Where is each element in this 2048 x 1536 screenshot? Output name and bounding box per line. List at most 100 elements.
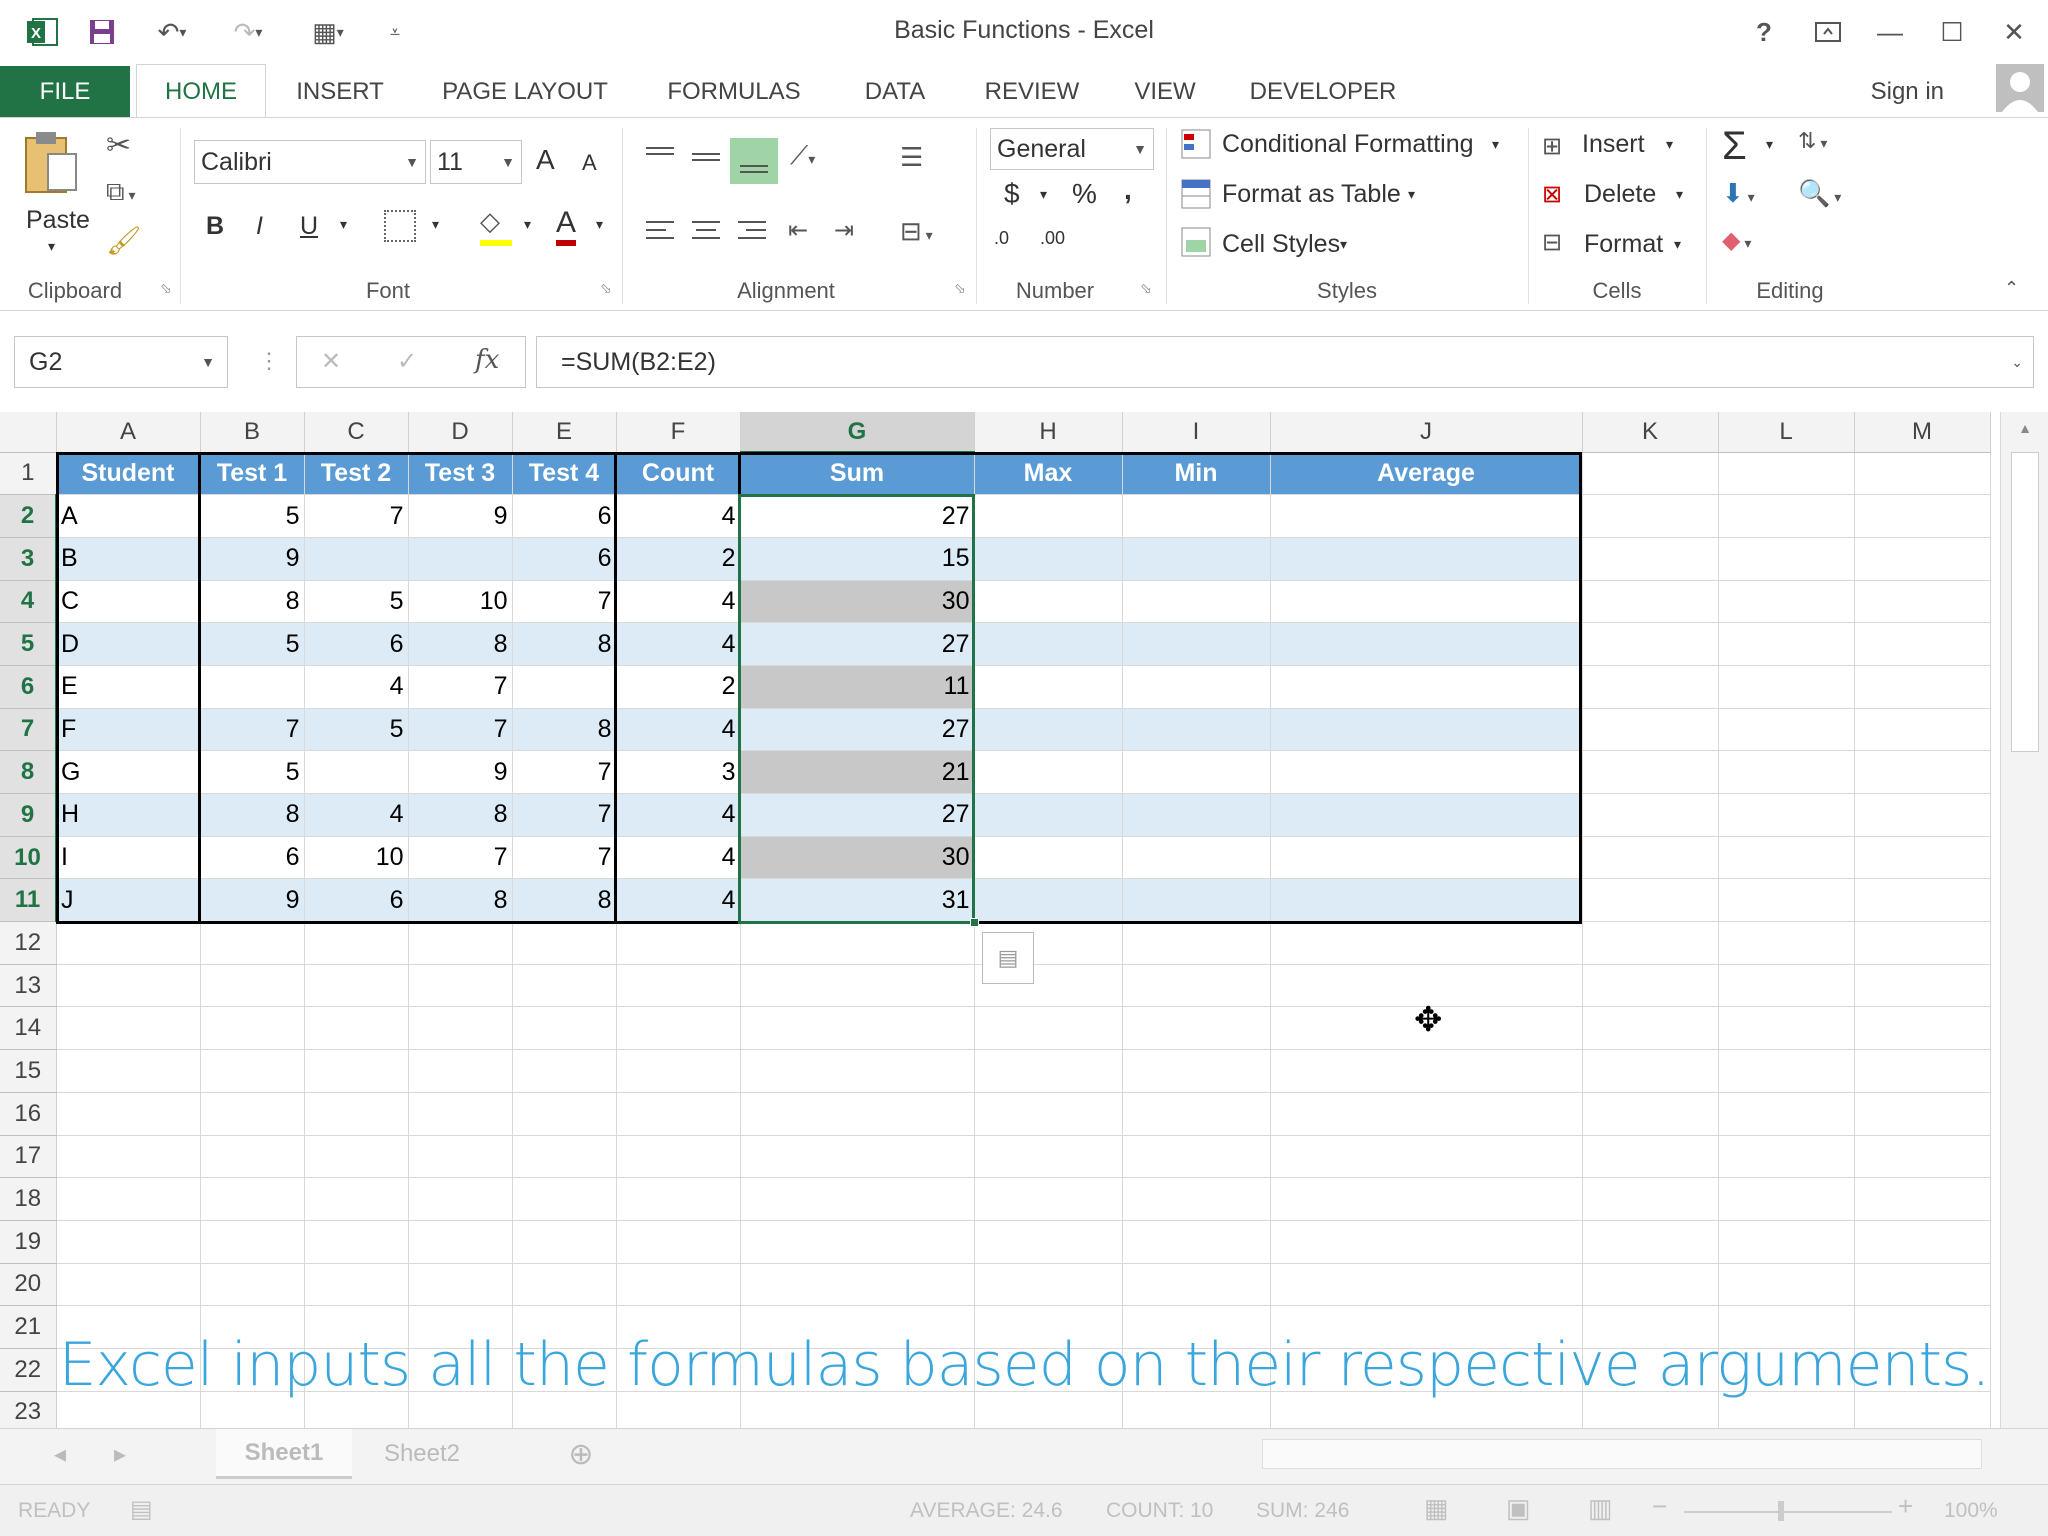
cell-d2[interactable]: 9 xyxy=(408,494,513,538)
percent-button[interactable]: % xyxy=(1072,178,1097,210)
cell-k12[interactable] xyxy=(1582,921,1719,965)
insert-cells-button[interactable]: Insert xyxy=(1582,130,1645,159)
cell-l15[interactable] xyxy=(1718,1049,1855,1093)
cell-d5[interactable]: 8 xyxy=(408,622,513,666)
cell-d16[interactable] xyxy=(408,1092,513,1136)
cell-b5[interactable]: 5 xyxy=(200,622,305,666)
cell-h3[interactable] xyxy=(974,537,1123,581)
font-color-button[interactable]: A xyxy=(556,206,577,246)
cell-f3[interactable]: 2 xyxy=(616,537,741,581)
tab-review[interactable]: REVIEW xyxy=(976,66,1088,118)
tab-file[interactable]: FILE xyxy=(0,66,130,118)
cell-l6[interactable] xyxy=(1718,665,1855,709)
orientation-icon[interactable]: ⟋▾ xyxy=(790,140,846,176)
cell-j8[interactable] xyxy=(1270,750,1583,794)
column-header-j[interactable]: J xyxy=(1270,412,1583,453)
cell-b9[interactable]: 8 xyxy=(200,793,305,837)
cell-b8[interactable]: 5 xyxy=(200,750,305,794)
tab-data[interactable]: DATA xyxy=(846,66,944,118)
cell-l18[interactable] xyxy=(1718,1177,1855,1221)
cell-l7[interactable] xyxy=(1718,708,1855,752)
cell-a10[interactable]: I xyxy=(56,836,201,880)
cell-f8[interactable]: 3 xyxy=(616,750,741,794)
cell-l11[interactable] xyxy=(1718,878,1855,923)
cell-i19[interactable] xyxy=(1122,1220,1271,1264)
cell-b14[interactable] xyxy=(200,1006,305,1051)
tab-page-layout[interactable]: PAGE LAYOUT xyxy=(430,66,620,118)
cell-h10[interactable] xyxy=(974,836,1123,880)
cell-a18[interactable] xyxy=(56,1177,201,1221)
cell-k18[interactable] xyxy=(1582,1177,1719,1221)
cell-j9[interactable] xyxy=(1270,793,1583,837)
cancel-formula-button[interactable]: ✕ xyxy=(321,347,341,376)
cell-i10[interactable] xyxy=(1122,836,1271,880)
cell-i5[interactable] xyxy=(1122,622,1271,666)
cell-j19[interactable] xyxy=(1270,1220,1583,1264)
cell-f15[interactable] xyxy=(616,1049,741,1093)
merge-center-icon[interactable]: ⊟ ▾ xyxy=(900,216,960,248)
cell-j6[interactable] xyxy=(1270,665,1583,709)
cell-m11[interactable] xyxy=(1854,878,1991,923)
cell-l12[interactable] xyxy=(1718,921,1855,965)
new-sheet-icon[interactable]: ⊕ xyxy=(556,1429,606,1479)
zoom-slider-thumb[interactable] xyxy=(1778,1501,1784,1521)
sheet-tab-2[interactable]: Sheet2 xyxy=(360,1429,484,1479)
row-header-7[interactable]: 7 xyxy=(0,708,57,752)
cell-h8[interactable] xyxy=(974,750,1123,794)
cell-a2[interactable]: A xyxy=(56,494,201,538)
cell-d10[interactable]: 7 xyxy=(408,836,513,880)
cell-j15[interactable] xyxy=(1270,1049,1583,1093)
find-select-icon[interactable]: 🔍 ▾ xyxy=(1798,178,1854,214)
currency-button[interactable]: $ xyxy=(1004,178,1020,210)
cell-e12[interactable] xyxy=(512,921,617,965)
cell-e13[interactable] xyxy=(512,964,617,1008)
cell-c17[interactable] xyxy=(304,1135,409,1179)
normal-view-icon[interactable]: ▦ xyxy=(1424,1493,1449,1524)
cell-k9[interactable] xyxy=(1582,793,1719,837)
tab-home[interactable]: HOME xyxy=(136,64,266,120)
cell-m17[interactable] xyxy=(1854,1135,1991,1179)
cell-b11[interactable]: 9 xyxy=(200,878,305,923)
cell-d17[interactable] xyxy=(408,1135,513,1179)
cell-m4[interactable] xyxy=(1854,580,1991,624)
cell-e3[interactable]: 6 xyxy=(512,537,617,581)
cell-g6[interactable]: 11 xyxy=(740,665,975,709)
cell-l16[interactable] xyxy=(1718,1092,1855,1136)
sign-in-link[interactable]: Sign in xyxy=(1871,72,1944,112)
cell-m14[interactable] xyxy=(1854,1006,1991,1051)
cell-i2[interactable] xyxy=(1122,494,1271,538)
cell-c14[interactable] xyxy=(304,1006,409,1051)
cell-k14[interactable] xyxy=(1582,1006,1719,1051)
sheet-tab-1[interactable]: Sheet1 xyxy=(216,1429,352,1479)
cell-e15[interactable] xyxy=(512,1049,617,1093)
cell-a4[interactable]: C xyxy=(56,580,201,624)
cell-i13[interactable] xyxy=(1122,964,1271,1008)
cell-a9[interactable]: H xyxy=(56,793,201,837)
row-header-20[interactable]: 20 xyxy=(0,1263,57,1307)
decrease-decimal-button[interactable]: .00 xyxy=(1040,228,1065,249)
cell-b3[interactable]: 9 xyxy=(200,537,305,581)
scroll-up-icon[interactable]: ▲ xyxy=(2013,420,2037,450)
cell-h9[interactable] xyxy=(974,793,1123,837)
cell-c1[interactable]: Test 2 xyxy=(304,452,409,496)
borders-icon[interactable] xyxy=(384,210,416,242)
cell-h18[interactable] xyxy=(974,1177,1123,1221)
cell-j16[interactable] xyxy=(1270,1092,1583,1136)
cell-h6[interactable] xyxy=(974,665,1123,709)
cell-f19[interactable] xyxy=(616,1220,741,1264)
cell-c18[interactable] xyxy=(304,1177,409,1221)
cell-g8[interactable]: 21 xyxy=(740,750,975,794)
column-header-a[interactable]: A xyxy=(56,412,201,453)
column-header-d[interactable]: D xyxy=(408,412,513,453)
cell-g10[interactable]: 30 xyxy=(740,836,975,880)
cell-d3[interactable] xyxy=(408,537,513,581)
cell-f12[interactable] xyxy=(616,921,741,965)
cell-f6[interactable]: 2 xyxy=(616,665,741,709)
row-header-11[interactable]: 11 xyxy=(0,878,57,923)
cell-j7[interactable] xyxy=(1270,708,1583,752)
cell-e10[interactable]: 7 xyxy=(512,836,617,880)
cell-m9[interactable] xyxy=(1854,793,1991,837)
cell-m12[interactable] xyxy=(1854,921,1991,965)
row-header-10[interactable]: 10 xyxy=(0,836,57,880)
clear-icon[interactable]: ◆ ▾ xyxy=(1722,226,1778,262)
